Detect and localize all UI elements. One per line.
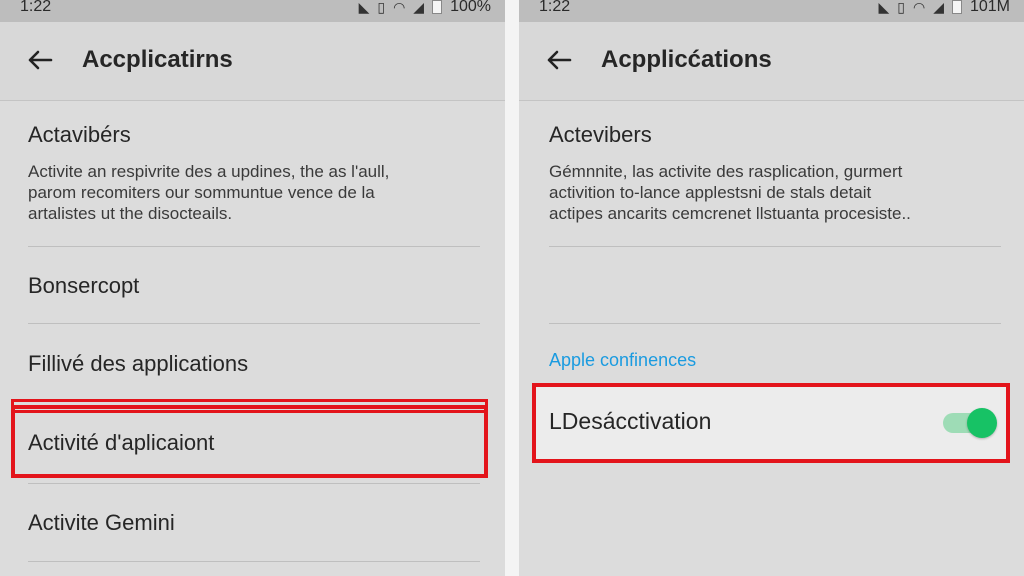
status-bar: 1:22 ◣ ▯ ◠ ◢ 101M [519,0,1024,22]
page-title: Acpplicćations [601,46,772,73]
divider [28,246,480,247]
sim-icon: ▯ [377,0,386,15]
description-line: actipes ancarits cemcrenet llstuanta pro… [549,204,911,223]
status-time: 1:22 [539,0,571,15]
status-bar: 1:22 ◣ ▯ ◠ ◢ 100% [0,0,505,22]
back-arrow-icon[interactable] [545,46,573,74]
status-time: 1:22 [20,0,52,15]
cellular-icon: ◢ [933,0,944,15]
description-line: Gémnnite, las activite des rasplication,… [549,162,903,181]
preferences-subheader: Apple confinences [549,350,697,370]
battery-percent: 101M [969,0,1010,15]
battery-percent: 100% [450,0,491,15]
sim-icon: ▯ [897,0,905,15]
list-item[interactable]: Fillivé des applications [28,351,480,377]
divider [28,323,480,324]
description-line: activition to-lance applestsni de stals … [549,183,872,202]
description-line: parom recomiters our sommuntue vence de … [28,183,375,202]
signal-icon: ◣ [878,0,890,15]
section-title: Actevibers [549,122,652,147]
status-icons: ◣ ▯ ◠ ◢ 101M [878,0,1010,16]
divider [549,323,1001,324]
section-description: Activite an respivrite des a updines, th… [28,161,468,224]
cellular-icon: ◢ [413,0,425,15]
back-arrow-icon[interactable] [26,46,54,74]
wifi-icon: ◠ [912,0,926,15]
description-line: Activite an respivrite des a updines, th… [28,162,390,181]
list-item-activite-aplicaiont[interactable]: Activité d'aplicaiont [28,430,480,456]
section-description: Gémnnite, las activite des rasplication,… [549,161,999,224]
divider [28,483,480,484]
list-item[interactable]: Bonsercopt [28,273,480,299]
list-item[interactable]: Activite Gemini [28,510,480,536]
divider [549,246,1001,247]
section-title: Actavibérs [28,122,131,147]
screen-divider [505,0,519,576]
page-title: Accplicatirns [82,46,233,73]
status-icons: ◣ ▯ ◠ ◢ 100% [359,0,491,16]
signal-icon: ◣ [358,0,370,15]
left-screen: 1:22 ◣ ▯ ◠ ◢ 100% Accplicatirns Actavibé… [0,0,505,576]
divider [28,561,480,562]
right-screen: 1:22 ◣ ▯ ◠ ◢ 101M Acpplicćations Actevib… [519,0,1024,576]
battery-icon [432,0,443,14]
app-toolbar: Accplicatirns [0,22,505,101]
battery-icon [951,0,962,14]
highlight-box [532,383,1010,463]
wifi-icon: ◠ [393,0,406,15]
description-line: artalistes ut the disocteails. [28,204,233,223]
app-toolbar: Acpplicćations [519,22,1024,101]
